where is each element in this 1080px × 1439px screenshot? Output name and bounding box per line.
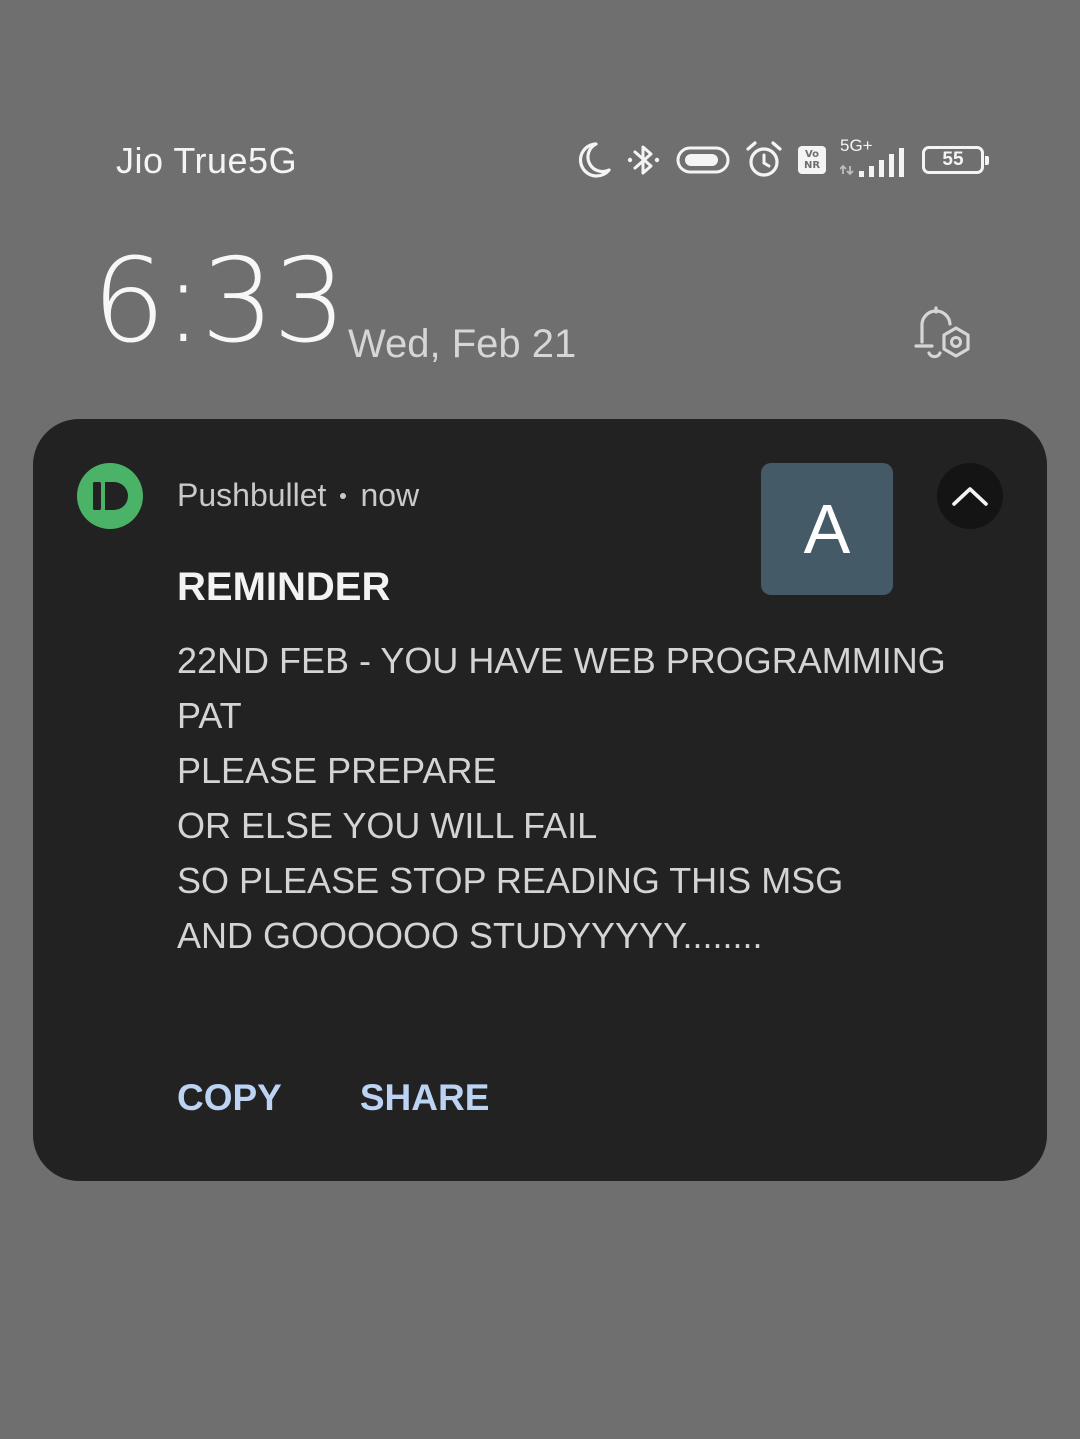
body-line: OR ELSE YOU WILL FAIL [177,805,598,846]
sender-avatar: A [761,463,893,595]
body-line: AND GOOOOOO STUDYYYYY........ [177,915,763,956]
notification-body: 22ND FEB - YOU HAVE WEB PROGRAMMING PAT … [177,639,977,969]
bluetooth-icon [626,140,662,180]
battery-percent: 55 [942,149,964,170]
body-line: 22ND FEB - YOU HAVE WEB PROGRAMMING [177,640,946,681]
moon-icon [574,140,612,180]
signal-icon: 5G+ [840,136,908,180]
status-bar: Jio True5G Vo NR 5G+ 55 [0,0,1080,200]
notification-time: now [360,477,420,513]
alarm-icon [744,140,784,180]
collapse-button[interactable] [937,463,1003,529]
pushbullet-app-icon [77,463,143,529]
notification-card[interactable]: Pushbullet now A REMINDER 22ND FEB - YOU… [33,419,1047,1181]
headset-battery-icon [676,143,730,177]
share-button[interactable]: SHARE [360,1077,490,1119]
lockscreen-date: Wed, Feb 21 [348,322,577,366]
notification-actions: COPY SHARE [177,1077,567,1119]
body-line: PAT [177,695,242,736]
carrier-name: Jio True5G [116,140,298,181]
separator-dot [340,492,347,499]
notification-header: Pushbullet now [177,477,419,514]
app-name: Pushbullet [177,477,327,513]
vonr-icon: Vo NR [798,146,826,174]
battery-icon: 55 [922,146,989,174]
copy-button[interactable]: COPY [177,1077,282,1119]
notification-title: REMINDER [177,565,391,609]
notification-settings-icon[interactable] [912,302,978,364]
lockscreen-clock: 6:33 [92,234,346,369]
body-line: PLEASE PREPARE [177,750,497,791]
status-icons: Vo NR 5G+ 55 [574,136,998,184]
chevron-up-icon [952,487,988,506]
body-line: SO PLEASE STOP READING THIS MSG [177,860,844,901]
